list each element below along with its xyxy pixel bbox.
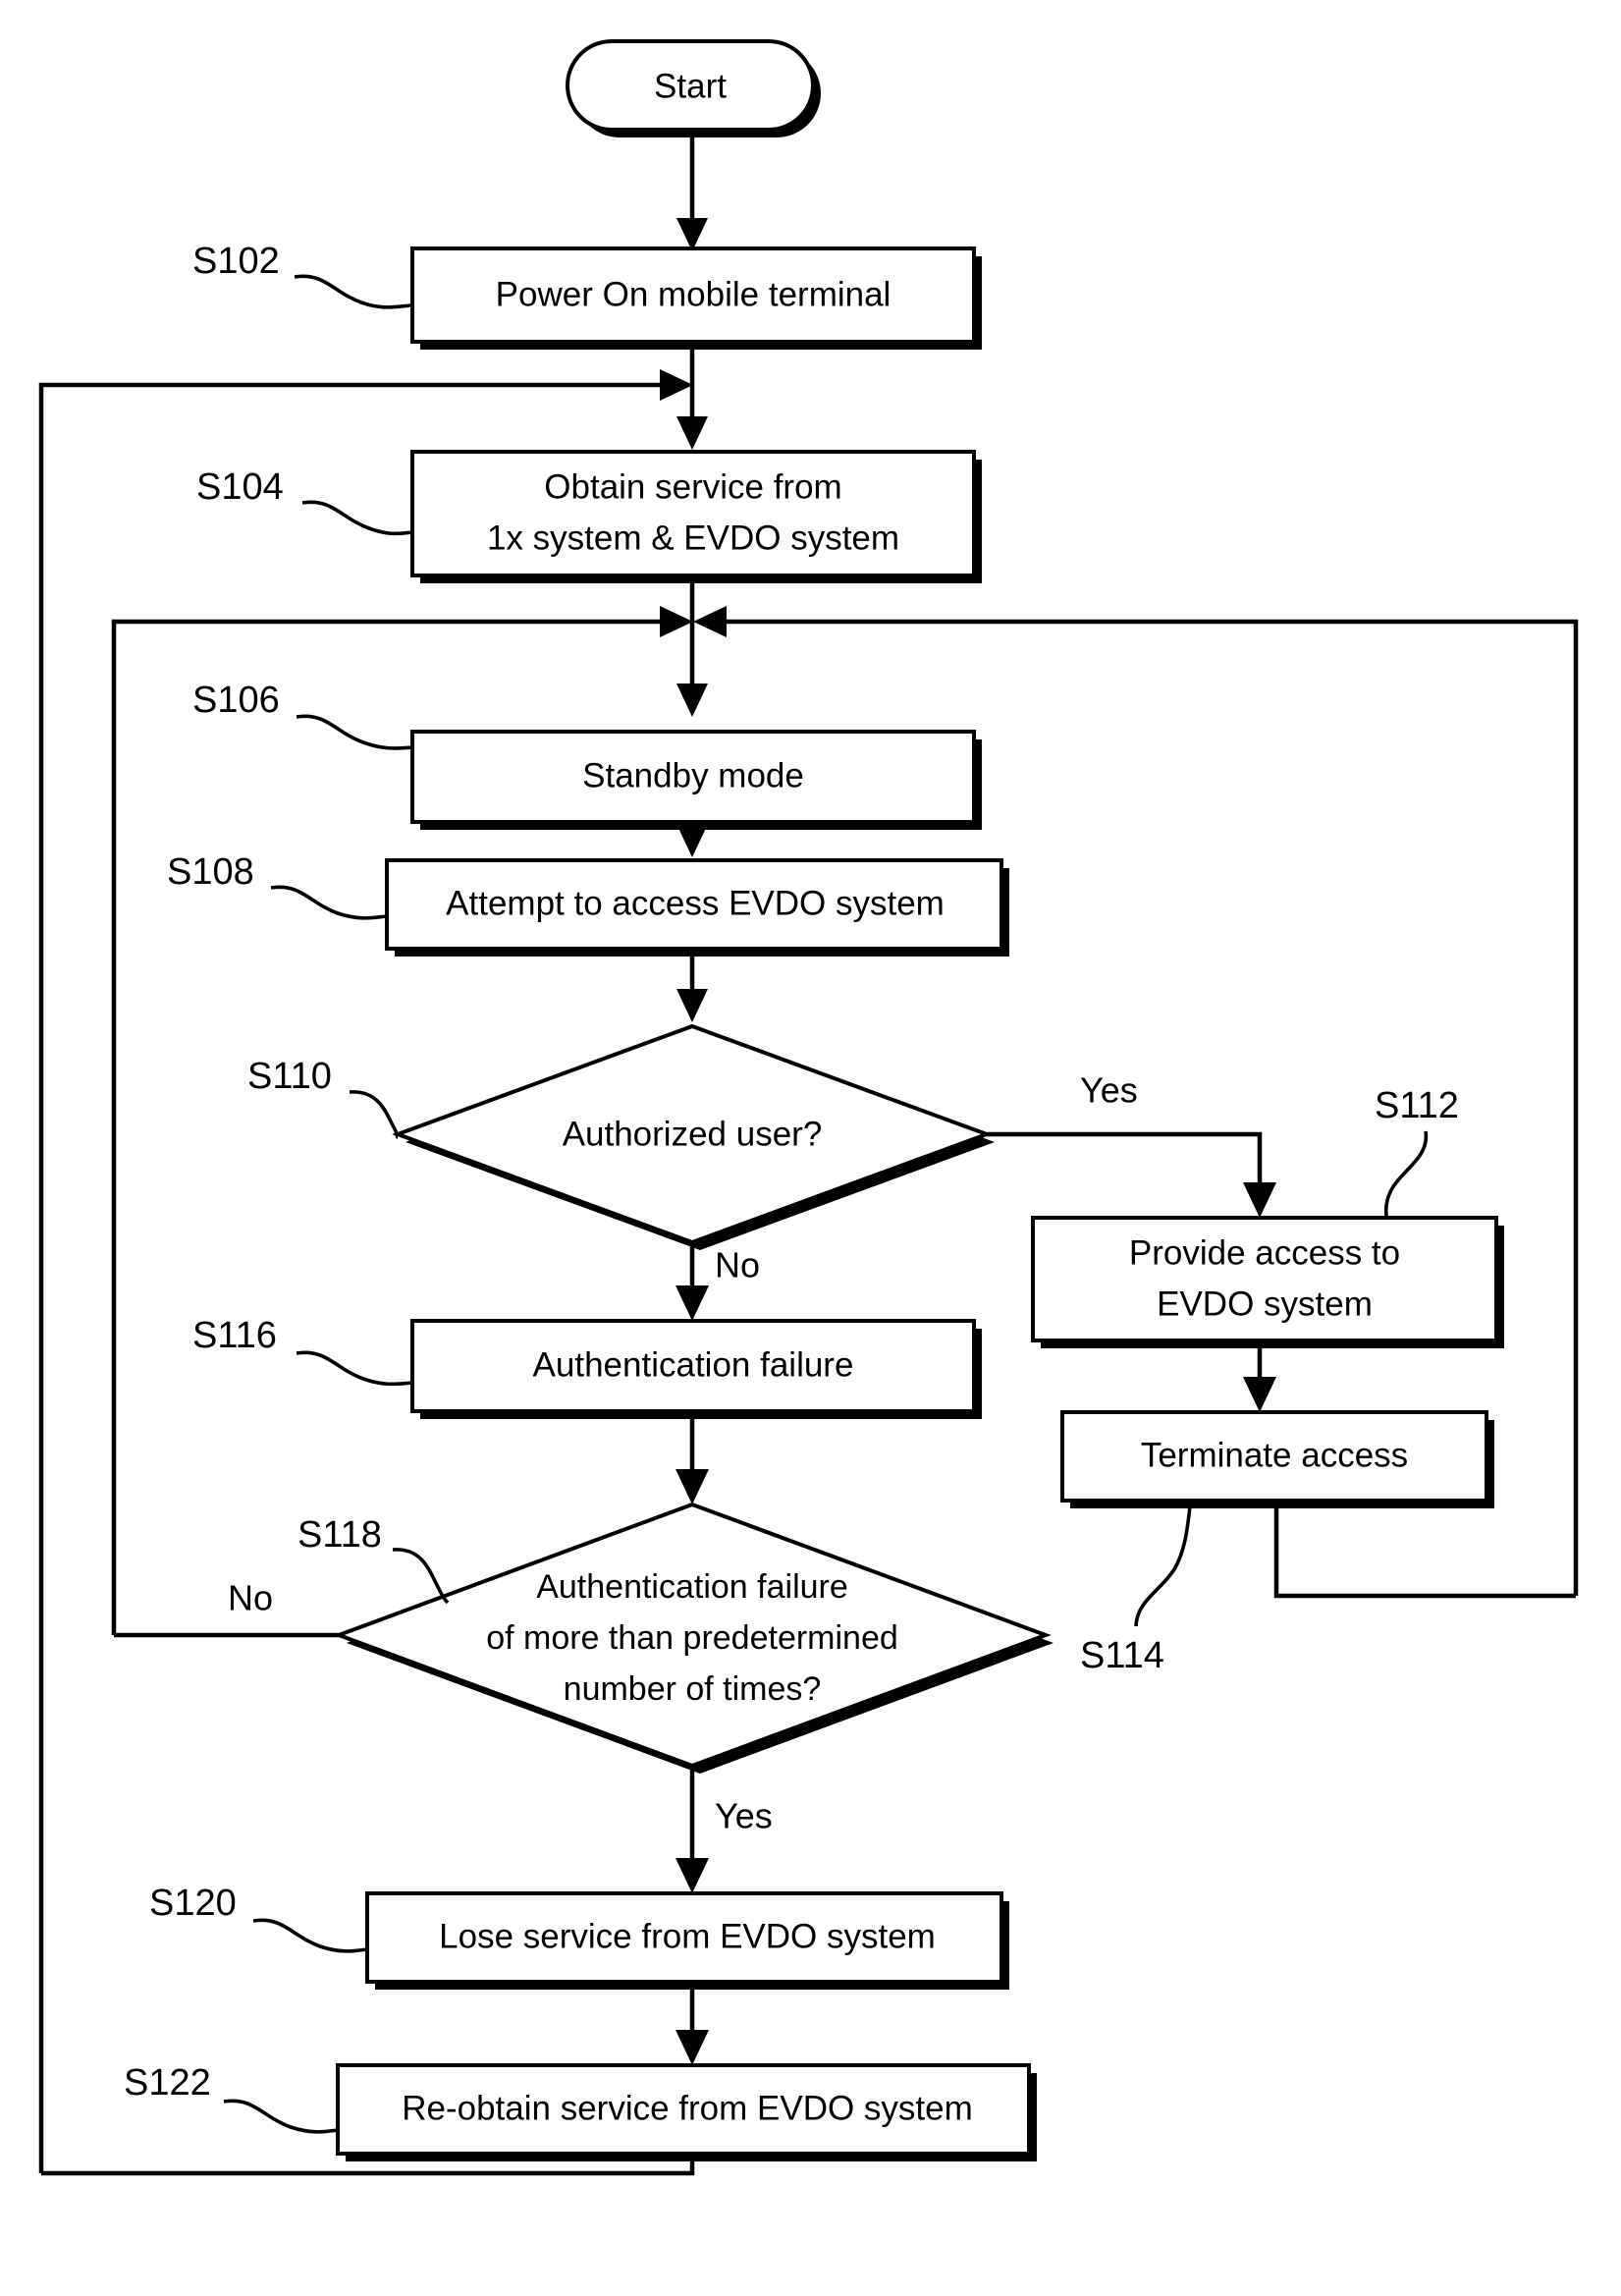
- node-s110[interactable]: Authorized user?: [392, 1023, 995, 1250]
- node-s106[interactable]: Standby mode: [410, 730, 982, 830]
- ref-s104-text: S104: [196, 466, 284, 508]
- node-s120-label: Lose service from EVDO system: [439, 1917, 936, 1955]
- ref-s118: S118: [297, 1514, 450, 1605]
- edge-s102-to-s104: [676, 346, 708, 450]
- ref-s110: S110: [247, 1056, 400, 1139]
- ref-s102-text: S102: [192, 241, 280, 282]
- edge-s104-to-s106: [676, 579, 708, 717]
- node-s116-label: Authentication failure: [533, 1345, 854, 1384]
- node-s104[interactable]: Obtain service from 1x system & EVDO sys…: [410, 450, 982, 583]
- node-s116[interactable]: Authentication failure: [410, 1319, 982, 1419]
- edge-s108-to-s110: [676, 953, 708, 1022]
- node-s110-label: Authorized user?: [563, 1115, 823, 1153]
- ref-s120-text: S120: [149, 1883, 237, 1924]
- ref-s106-text: S106: [192, 680, 280, 721]
- node-s102-label: Power On mobile terminal: [496, 275, 892, 313]
- node-s102[interactable]: Power On mobile terminal: [410, 246, 982, 350]
- node-s118-label-line1: Authentication failure: [536, 1568, 848, 1606]
- node-s118-label-line2: of more than predetermined: [486, 1619, 898, 1657]
- ref-s112: S112: [1375, 1085, 1459, 1219]
- flowchart-page: Start Power On mobile terminal S102 Obta…: [0, 0, 1621, 2296]
- ref-s104: S104: [196, 466, 413, 536]
- edge-s116-to-s118: [675, 1416, 709, 1504]
- ref-s120: S120: [149, 1883, 368, 1953]
- flowchart-canvas: Start Power On mobile terminal S102 Obta…: [38, 39, 1579, 2176]
- node-start[interactable]: Start: [566, 39, 821, 137]
- ref-s122: S122: [124, 2062, 339, 2134]
- node-s122[interactable]: Re-obtain service from EVDO system: [336, 2063, 1037, 2161]
- ref-s112-text: S112: [1375, 1085, 1459, 1126]
- node-s112[interactable]: Provide access to EVDO system: [1031, 1216, 1504, 1348]
- node-s122-label: Re-obtain service from EVDO system: [402, 2089, 973, 2127]
- node-s114-label: Terminate access: [1141, 1436, 1408, 1474]
- node-s112-label-line1: Provide access to: [1129, 1233, 1400, 1272]
- ref-s116: S116: [192, 1315, 413, 1387]
- ref-s110-text: S110: [247, 1056, 332, 1097]
- edge-start-to-s102: [676, 137, 708, 251]
- ref-s114: S114: [1080, 1505, 1192, 1676]
- edge-label-yes-s110: Yes: [1080, 1070, 1138, 1111]
- node-s118-label-line3: number of times?: [564, 1670, 822, 1708]
- node-s106-label: Standby mode: [582, 756, 804, 794]
- node-s118[interactable]: Authentication failure of more than pred…: [333, 1502, 1054, 1774]
- edge-s110-no-to-s116: [675, 1242, 709, 1321]
- node-s108-label: Attempt to access EVDO system: [446, 884, 945, 922]
- ref-s108-text: S108: [167, 851, 254, 893]
- node-s112-label-line2: EVDO system: [1157, 1285, 1373, 1323]
- node-s104-label-line1: Obtain service from: [544, 467, 841, 506]
- edge-s112-to-s114: [1243, 1348, 1276, 1412]
- ref-s114-text: S114: [1080, 1635, 1164, 1676]
- edge-label-no-s118: No: [228, 1578, 273, 1618]
- node-s108[interactable]: Attempt to access EVDO system: [385, 858, 1009, 957]
- ref-s118-text: S118: [297, 1514, 382, 1556]
- node-s120[interactable]: Lose service from EVDO system: [365, 1891, 1009, 1990]
- edge-label-no-s110: No: [715, 1245, 760, 1285]
- node-start-label: Start: [654, 67, 727, 105]
- ref-s116-text: S116: [192, 1315, 277, 1356]
- ref-s108: S108: [167, 851, 388, 920]
- edge-s118-yes-to-s120: [675, 1763, 709, 1893]
- ref-s122-text: S122: [124, 2062, 211, 2104]
- node-s104-label-line2: 1x system & EVDO system: [487, 519, 899, 557]
- ref-s102: S102: [192, 241, 413, 309]
- ref-s106: S106: [192, 680, 413, 750]
- node-s114[interactable]: Terminate access: [1060, 1410, 1494, 1508]
- edge-s110-yes-to-s112: [987, 1131, 1276, 1218]
- edge-label-yes-s118: Yes: [715, 1796, 773, 1836]
